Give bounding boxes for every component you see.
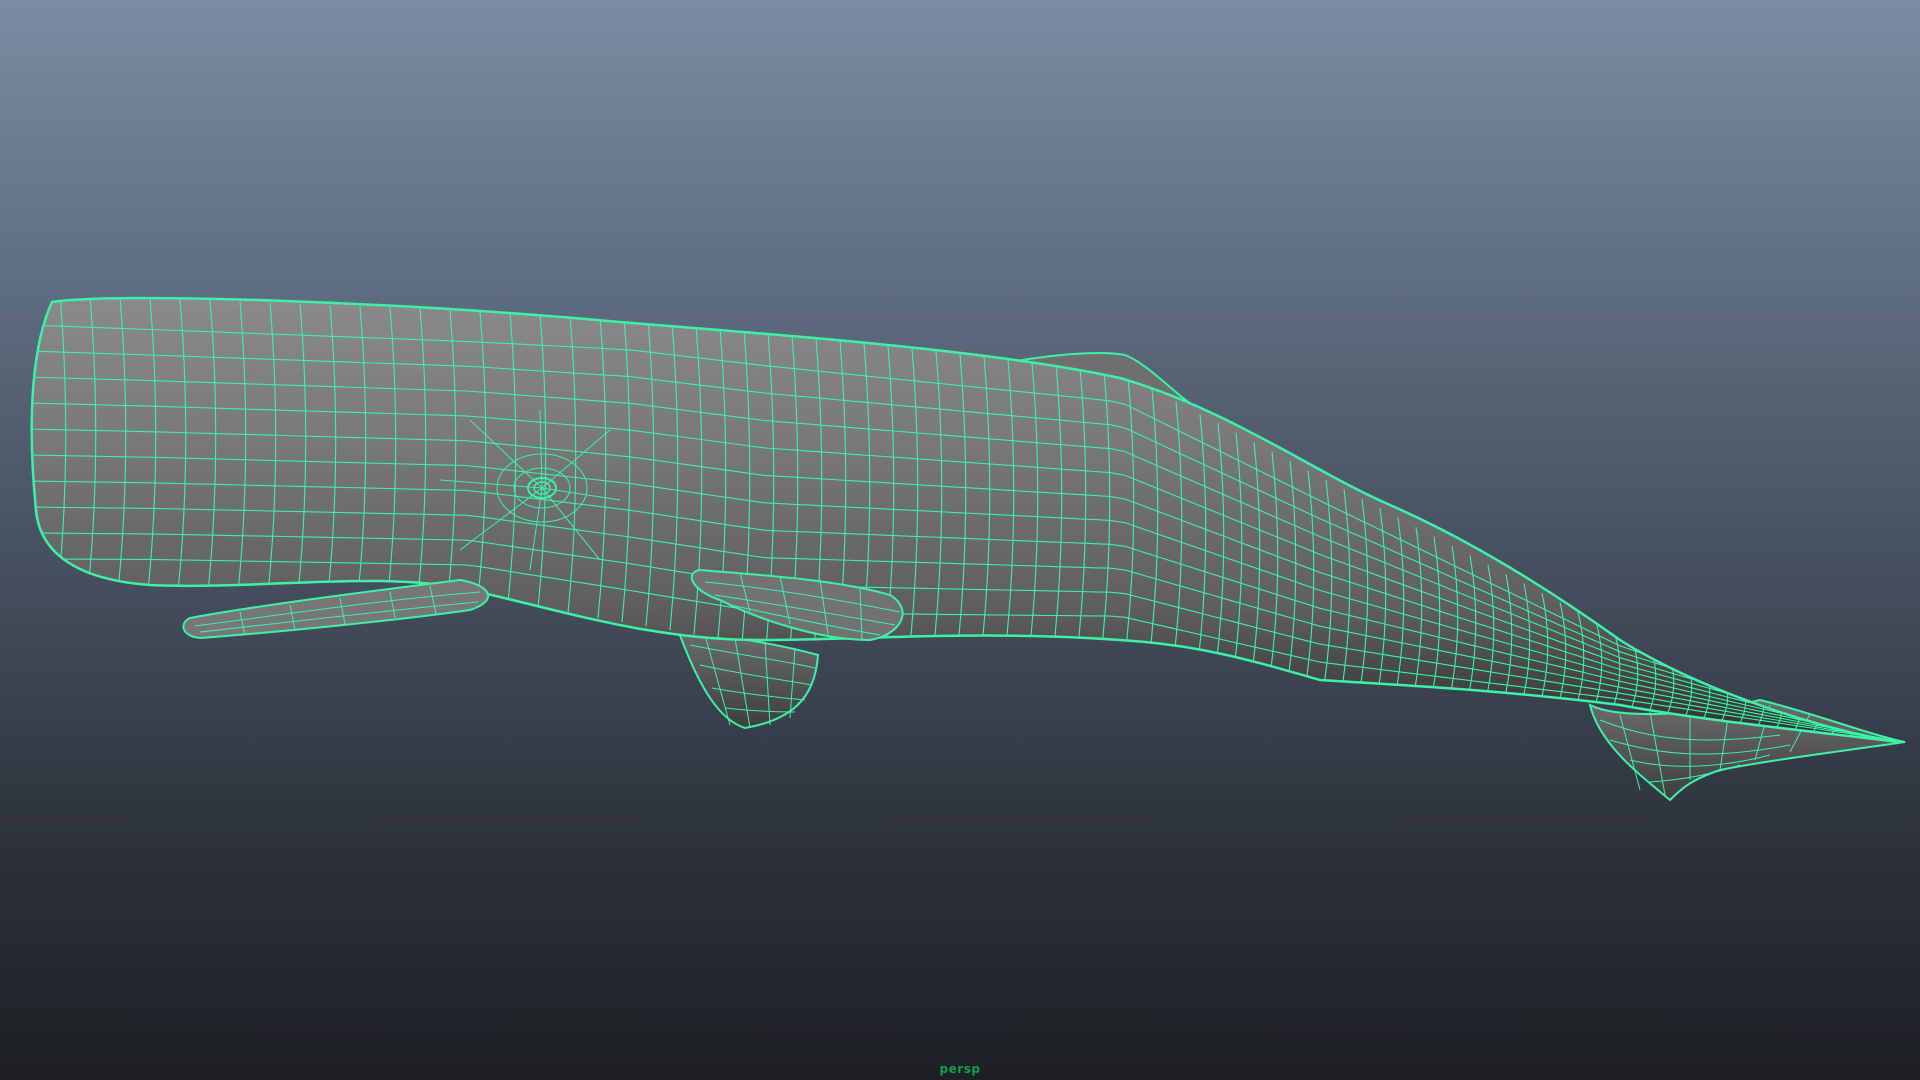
camera-name-label: persp	[939, 1062, 981, 1076]
model-canvas[interactable]	[0, 0, 1920, 1080]
persp-viewport[interactable]: persp	[0, 0, 1920, 1080]
lower-jaw[interactable]	[182, 578, 490, 640]
